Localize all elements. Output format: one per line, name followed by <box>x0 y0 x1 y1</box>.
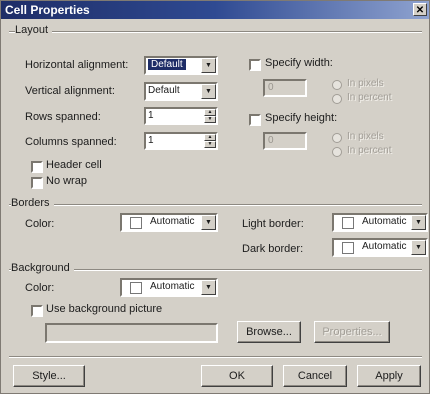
style-button[interactable]: Style... <box>13 365 85 387</box>
width-percent-label: In percent <box>347 92 392 103</box>
ok-button[interactable]: OK <box>201 365 273 387</box>
specify-width-label: Specify width: <box>265 57 333 69</box>
header-cell-label: Header cell <box>46 159 102 171</box>
header-cell-checkbox[interactable] <box>31 161 43 173</box>
dark-border-label: Dark border: <box>242 243 304 255</box>
specify-width-checkbox[interactable] <box>249 59 261 71</box>
height-percent-label: In percent <box>347 145 392 156</box>
width-pixels-label: In pixels <box>347 78 384 89</box>
horizontal-alignment-select[interactable]: Default ▼ <box>144 56 218 75</box>
background-color-label: Color: <box>25 282 55 294</box>
width-input[interactable]: 0 <box>263 79 307 97</box>
dark-border-value: Automatic <box>362 241 407 252</box>
rows-spanned-value: 1 <box>148 110 154 121</box>
use-background-picture-label: Use background picture <box>46 303 163 315</box>
background-color-select[interactable]: Automatic ▼ <box>120 278 218 297</box>
width-value: 0 <box>268 82 274 93</box>
height-input[interactable]: 0 <box>263 132 307 150</box>
borders-group-divider <box>9 204 422 206</box>
height-pixels-radio[interactable] <box>332 133 342 143</box>
chevron-down-icon[interactable]: ▼ <box>411 240 426 255</box>
columns-spanned-stepper[interactable]: ▲ ▼ <box>204 134 216 148</box>
light-border-select[interactable]: Automatic ▼ <box>332 213 428 232</box>
height-pixels-label: In pixels <box>347 131 384 142</box>
no-wrap-label: No wrap <box>46 175 87 187</box>
color-swatch <box>130 282 142 294</box>
columns-spanned-value: 1 <box>148 135 154 146</box>
color-swatch <box>342 217 354 229</box>
vertical-alignment-label: Vertical alignment: <box>25 85 115 97</box>
footer-divider <box>9 356 422 358</box>
spin-up-icon[interactable]: ▲ <box>204 109 216 116</box>
use-background-picture-checkbox[interactable] <box>31 305 43 317</box>
dialog-title: Cell Properties <box>5 3 90 17</box>
width-pixels-radio[interactable] <box>332 80 342 90</box>
rows-spanned-stepper[interactable]: ▲ ▼ <box>204 109 216 123</box>
background-color-value: Automatic <box>150 281 195 292</box>
borders-group-label: Borders <box>11 197 54 209</box>
chevron-down-icon[interactable]: ▼ <box>411 215 426 230</box>
light-border-value: Automatic <box>362 216 407 227</box>
close-icon[interactable]: ✕ <box>413 3 427 16</box>
no-wrap-checkbox[interactable] <box>31 177 43 189</box>
color-swatch <box>342 242 354 254</box>
spin-up-icon[interactable]: ▲ <box>204 134 216 141</box>
layout-group-label: Layout <box>15 24 53 36</box>
border-color-label: Color: <box>25 218 55 230</box>
spin-down-icon[interactable]: ▼ <box>204 141 216 148</box>
height-percent-radio[interactable] <box>332 147 342 157</box>
cancel-button[interactable]: Cancel <box>283 365 347 387</box>
columns-spanned-label: Columns spanned: <box>25 136 117 148</box>
chevron-down-icon[interactable]: ▼ <box>201 215 216 230</box>
height-value: 0 <box>268 135 274 146</box>
rows-spanned-label: Rows spanned: <box>25 111 101 123</box>
border-color-select[interactable]: Automatic ▼ <box>120 213 218 232</box>
properties-button[interactable]: Properties... <box>314 321 390 343</box>
background-picture-path-input[interactable] <box>45 323 218 343</box>
dark-border-select[interactable]: Automatic ▼ <box>332 238 428 257</box>
chevron-down-icon[interactable]: ▼ <box>201 84 216 99</box>
title-bar[interactable]: Cell Properties ✕ <box>1 1 429 19</box>
cell-properties-dialog: Cell Properties ✕ Layout Horizontal alig… <box>0 0 430 394</box>
chevron-down-icon[interactable]: ▼ <box>201 58 216 73</box>
layout-group-divider <box>9 31 422 33</box>
apply-button[interactable]: Apply <box>357 365 421 387</box>
browse-button[interactable]: Browse... <box>237 321 301 343</box>
color-swatch <box>130 217 142 229</box>
vertical-alignment-value: Default <box>148 85 180 96</box>
chevron-down-icon[interactable]: ▼ <box>201 280 216 295</box>
light-border-label: Light border: <box>242 218 304 230</box>
horizontal-alignment-value: Default <box>148 59 186 70</box>
vertical-alignment-select[interactable]: Default ▼ <box>144 82 218 101</box>
specify-height-checkbox[interactable] <box>249 114 261 126</box>
columns-spanned-input[interactable]: 1 ▲ ▼ <box>144 132 218 150</box>
border-color-value: Automatic <box>150 216 195 227</box>
spin-down-icon[interactable]: ▼ <box>204 116 216 123</box>
width-percent-radio[interactable] <box>332 94 342 104</box>
rows-spanned-input[interactable]: 1 ▲ ▼ <box>144 107 218 125</box>
horizontal-alignment-label: Horizontal alignment: <box>25 59 129 71</box>
background-group-label: Background <box>11 262 74 274</box>
specify-height-label: Specify height: <box>265 112 338 124</box>
